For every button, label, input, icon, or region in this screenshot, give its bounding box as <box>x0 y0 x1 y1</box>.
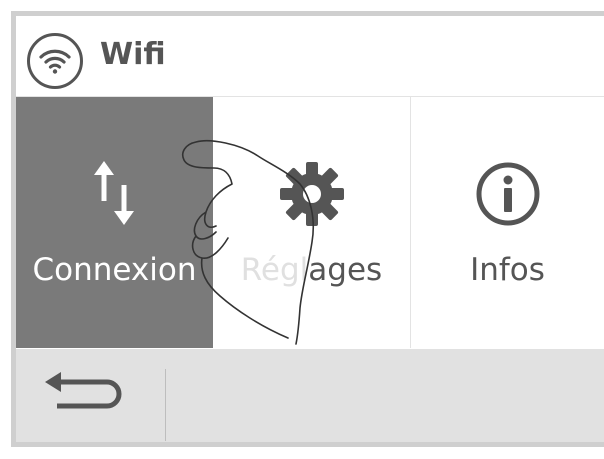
back-button[interactable] <box>36 371 136 421</box>
footer-bar <box>16 349 604 442</box>
tile-infos[interactable]: Infos <box>411 97 604 348</box>
screen-frame: Wifi Connexion Réglages Infos <box>0 0 604 459</box>
gear-icon <box>274 159 350 233</box>
transfer-arrows-icon <box>90 159 140 233</box>
menu-tiles: Connexion Réglages Infos <box>16 97 604 348</box>
back-arrow-icon <box>43 372 129 420</box>
tile-infos-label: Infos <box>470 252 545 288</box>
tile-reglages[interactable]: Réglages <box>213 97 411 348</box>
tile-connexion-label: Connexion <box>32 252 197 288</box>
wifi-icon <box>27 33 83 89</box>
tile-reglages-label: Réglages <box>240 252 383 288</box>
header-bar: Wifi <box>16 16 604 97</box>
info-icon <box>473 159 543 233</box>
tile-connexion[interactable]: Connexion <box>16 97 213 348</box>
page-title: Wifi <box>100 37 166 72</box>
footer-divider <box>165 369 166 441</box>
frame-border-bottom <box>11 442 604 447</box>
